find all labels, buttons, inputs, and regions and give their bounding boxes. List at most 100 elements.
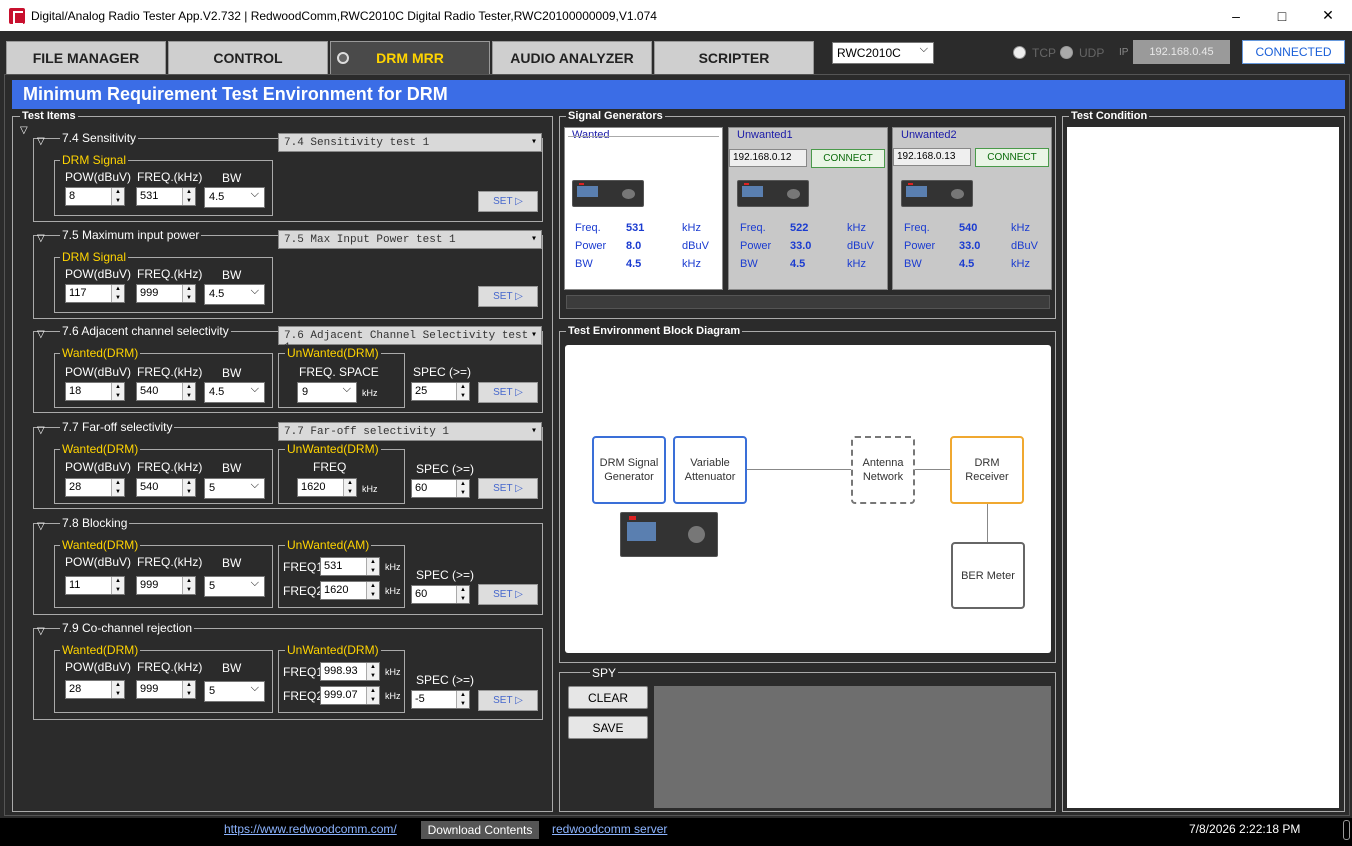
- unwanted1-ip-input[interactable]: 192.168.0.12: [729, 149, 807, 167]
- tab-control[interactable]: CONTROL: [168, 41, 328, 74]
- freq-input-7-9[interactable]: 999 ▲ ▼: [136, 680, 196, 699]
- freq-input-7-8[interactable]: 999 ▲ ▼: [136, 576, 196, 595]
- unwanted-freq-input-7-7[interactable]: 1620 ▲ ▼: [297, 478, 357, 497]
- freq2-input-7-8[interactable]: 1620 ▲ ▼: [320, 581, 380, 600]
- spec-label-7-9: SPEC (>=): [416, 673, 475, 687]
- save-button[interactable]: SAVE: [568, 716, 648, 739]
- unwanted2-connect-button[interactable]: CONNECT: [975, 148, 1049, 167]
- spin-arrows-icon[interactable]: ▲ ▼: [343, 479, 356, 496]
- set-button-7-8[interactable]: SET ▷: [478, 584, 538, 605]
- collapse-all-icon[interactable]: ▽: [20, 125, 28, 136]
- spin-arrows-icon[interactable]: ▲ ▼: [182, 577, 195, 594]
- drm-signal-label-7-5: DRM Signal: [60, 250, 129, 264]
- tcp-radio[interactable]: [1013, 46, 1026, 59]
- close-icon[interactable]: ✕: [1305, 0, 1351, 31]
- bw-select-7-8[interactable]: 5: [204, 576, 265, 597]
- app-icon: [9, 8, 25, 25]
- unwanted1-power-unit: dBuV: [847, 240, 874, 252]
- freq1-input-7-8[interactable]: 531 ▲ ▼: [320, 557, 380, 576]
- tab-file-manager[interactable]: FILE MANAGER: [6, 41, 166, 74]
- line-rx-ber: [987, 503, 988, 543]
- collapse-7-8-icon[interactable]: ▽: [37, 521, 45, 532]
- spin-arrows-icon[interactable]: ▲ ▼: [182, 383, 195, 400]
- set-button-7-5[interactable]: SET ▷: [478, 286, 538, 307]
- spin-arrows-icon[interactable]: ▲ ▼: [182, 479, 195, 496]
- pow-input-7-9[interactable]: 28 ▲ ▼: [65, 680, 125, 699]
- freq-input-7-7[interactable]: 540 ▲ ▼: [136, 478, 196, 497]
- set-button-7-6[interactable]: SET ▷: [478, 382, 538, 403]
- connected-button[interactable]: CONNECTED: [1242, 40, 1345, 64]
- set-button-7-4[interactable]: SET ▷: [478, 191, 538, 212]
- collapse-7-5-icon[interactable]: ▽: [37, 233, 45, 244]
- clear-button[interactable]: CLEAR: [568, 686, 648, 709]
- unwanted1-bw-unit: kHz: [847, 258, 866, 270]
- spin-arrows-icon[interactable]: ▲ ▼: [366, 687, 379, 704]
- spin-arrows-icon[interactable]: ▲ ▼: [366, 582, 379, 599]
- ip-field[interactable]: 192.168.0.45: [1133, 40, 1230, 64]
- website-link[interactable]: https://www.redwoodcomm.com/: [224, 822, 397, 836]
- set-button-7-9[interactable]: SET ▷: [478, 690, 538, 711]
- spin-arrows-icon[interactable]: ▲ ▼: [111, 577, 124, 594]
- bw-select-7-4[interactable]: 4.5: [204, 187, 265, 208]
- pow-input-7-4[interactable]: 8 ▲ ▼: [65, 187, 125, 206]
- spin-arrows-icon[interactable]: ▲ ▼: [456, 383, 469, 400]
- test-7-4-combo[interactable]: 7.4 Sensitivity test 1: [278, 133, 542, 152]
- spin-arrows-icon[interactable]: ▲ ▼: [111, 383, 124, 400]
- test-7-7-combo[interactable]: 7.7 Far-off selectivity 1: [278, 422, 542, 441]
- bw-select-7-6[interactable]: 4.5: [204, 382, 265, 403]
- unwanted1-connect-button[interactable]: CONNECT: [811, 149, 885, 168]
- pow-input-7-5[interactable]: 117 ▲ ▼: [65, 284, 125, 303]
- spy-log-area[interactable]: [654, 686, 1051, 808]
- spin-arrows-icon[interactable]: ▲ ▼: [182, 681, 195, 698]
- resize-grip-icon[interactable]: [1343, 820, 1350, 840]
- udp-radio[interactable]: [1060, 46, 1073, 59]
- maximize-icon[interactable]: □: [1259, 0, 1305, 31]
- spin-arrows-icon[interactable]: ▲ ▼: [182, 188, 195, 205]
- spin-arrows-icon[interactable]: ▲ ▼: [456, 586, 469, 603]
- bw-select-7-9[interactable]: 5: [204, 681, 265, 702]
- collapse-7-4-icon[interactable]: ▽: [37, 136, 45, 147]
- freq-input-7-5[interactable]: 999 ▲ ▼: [136, 284, 196, 303]
- unwanted-label-7-8: UnWanted(AM): [285, 538, 372, 552]
- line-ant-rx: [913, 469, 952, 470]
- wanted-power-value: 8.0: [626, 240, 642, 252]
- spec-input-7-8[interactable]: 60 ▲ ▼: [411, 585, 470, 604]
- tab-audio-analyzer[interactable]: AUDIO ANALYZER: [492, 41, 652, 74]
- spin-arrows-icon[interactable]: ▲ ▼: [111, 681, 124, 698]
- tab-scripter[interactable]: SCRIPTER: [654, 41, 814, 74]
- freq-input-7-4[interactable]: 531 ▲ ▼: [136, 187, 196, 206]
- spin-arrows-icon[interactable]: ▲ ▼: [366, 558, 379, 575]
- freq-space-select[interactable]: 9: [297, 382, 357, 403]
- spin-arrows-icon[interactable]: ▲ ▼: [456, 480, 469, 497]
- pow-input-7-6[interactable]: 18 ▲ ▼: [65, 382, 125, 401]
- spin-arrows-icon[interactable]: ▲ ▼: [111, 479, 124, 496]
- collapse-7-7-icon[interactable]: ▽: [37, 425, 45, 436]
- spec-input-7-6[interactable]: 25 ▲ ▼: [411, 382, 470, 401]
- pow-input-7-8[interactable]: 11 ▲ ▼: [65, 576, 125, 595]
- collapse-7-6-icon[interactable]: ▽: [37, 329, 45, 340]
- test-7-5-combo[interactable]: 7.5 Max Input Power test 1: [278, 230, 542, 249]
- set-button-7-7[interactable]: SET ▷: [478, 478, 538, 499]
- unwanted2-ip-input[interactable]: 192.168.0.13: [893, 148, 971, 166]
- spec-input-7-7[interactable]: 60 ▲ ▼: [411, 479, 470, 498]
- spin-arrows-icon[interactable]: ▲ ▼: [182, 285, 195, 302]
- spin-arrows-icon[interactable]: ▲ ▼: [456, 691, 469, 708]
- test-7-6-combo[interactable]: 7.6 Adjacent Channel Selectivity test 1: [278, 326, 542, 354]
- spin-arrows-icon[interactable]: ▲ ▼: [111, 188, 124, 205]
- freq-input-7-6[interactable]: 540 ▲ ▼: [136, 382, 196, 401]
- bw-select-7-5[interactable]: 4.5: [204, 284, 265, 305]
- pow-input-7-7[interactable]: 28 ▲ ▼: [65, 478, 125, 497]
- minimize-icon[interactable]: –: [1213, 0, 1259, 31]
- bw-select-7-7[interactable]: 5: [204, 478, 265, 499]
- freq1-input-7-9[interactable]: 998.93 ▲ ▼: [320, 662, 380, 681]
- download-contents-button[interactable]: Download Contents: [421, 821, 539, 839]
- collapse-7-9-icon[interactable]: ▽: [37, 626, 45, 637]
- spin-arrows-icon[interactable]: ▲ ▼: [366, 663, 379, 680]
- device-select[interactable]: RWC2010C: [832, 42, 934, 64]
- spec-input-7-9[interactable]: -5 ▲ ▼: [411, 690, 470, 709]
- test-condition-area[interactable]: [1067, 127, 1339, 808]
- server-link[interactable]: redwoodcomm server: [552, 822, 667, 836]
- tab-drm-mrr[interactable]: DRM MRR: [330, 41, 490, 74]
- spin-arrows-icon[interactable]: ▲ ▼: [111, 285, 124, 302]
- freq2-input-7-9[interactable]: 999.07 ▲ ▼: [320, 686, 380, 705]
